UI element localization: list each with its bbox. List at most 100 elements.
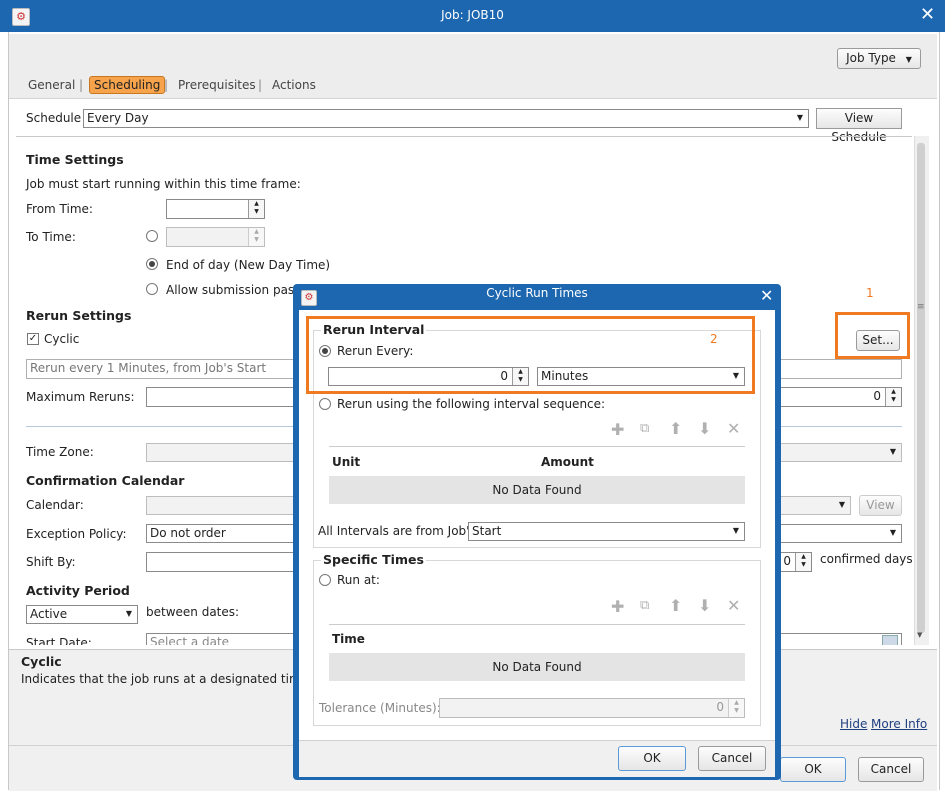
annotation-box-2 xyxy=(306,316,755,394)
scrollbar-thumb[interactable] xyxy=(917,143,925,633)
tab-prerequisites[interactable]: Prerequisites xyxy=(178,78,256,92)
intervals-from-select[interactable]: Start ▼ xyxy=(468,522,745,541)
copy-icon[interactable]: ⧉ xyxy=(640,421,649,436)
spinner-icon: ▲ ▼ xyxy=(248,228,264,246)
help-title: Cyclic xyxy=(21,654,62,669)
activity-select[interactable]: Active ▼ xyxy=(26,605,138,624)
ok-button[interactable]: OK xyxy=(780,757,846,782)
move-up-icon[interactable]: ⬆ xyxy=(669,419,682,438)
run-at-radio[interactable] xyxy=(319,574,331,586)
view-calendar-button[interactable]: View xyxy=(859,495,902,516)
schedule-select[interactable]: Every Day ▼ xyxy=(83,109,809,128)
tolerance-label: Tolerance (Minutes): xyxy=(319,701,441,715)
spinner-icon[interactable]: ▲ ▼ xyxy=(885,388,901,406)
chevron-down-icon: ▼ xyxy=(889,447,896,456)
spinner-icon[interactable]: ▲ ▼ xyxy=(795,553,811,571)
more-info-link[interactable]: More Info xyxy=(871,717,927,731)
move-down-icon[interactable]: ⬇ xyxy=(698,596,711,615)
add-icon[interactable]: ✚ xyxy=(611,420,624,439)
divider xyxy=(16,136,912,137)
chevron-down-icon: ▼ xyxy=(796,113,803,122)
shift-by-value: 0 xyxy=(783,554,791,568)
dialog-ok-button[interactable]: OK xyxy=(618,746,686,771)
window-titlebar: ⚙ Job: JOB10 ✕ xyxy=(0,0,945,32)
unit-column-header: Unit xyxy=(332,455,361,469)
tolerance-input: 0 ▲ ▼ xyxy=(439,698,745,718)
between-dates-label: between dates: xyxy=(146,605,240,619)
time-table-header: Time xyxy=(329,624,745,653)
gear-app-icon: ⚙ xyxy=(301,290,317,306)
time-table-empty: No Data Found xyxy=(329,653,745,681)
exception-policy-value: Do not order xyxy=(150,526,226,540)
interval-sequence-radio[interactable] xyxy=(319,398,331,410)
chevron-down-icon: ▼ xyxy=(838,500,845,509)
copy-icon[interactable]: ⧉ xyxy=(640,598,649,613)
annotation-number-1: 1 xyxy=(866,286,874,300)
cyclic-label: Cyclic xyxy=(44,332,80,346)
tab-general[interactable]: General xyxy=(28,78,75,92)
add-icon[interactable]: ✚ xyxy=(611,597,624,616)
tab-separator: | xyxy=(258,78,263,92)
rerun-summary-text: Rerun every 1 Minutes, from Job's Start xyxy=(30,361,267,375)
move-up-icon[interactable]: ⬆ xyxy=(669,596,682,615)
amount-column-header: Amount xyxy=(541,455,594,469)
shift-by-label: Shift By: xyxy=(26,555,76,569)
max-reruns-value: 0 xyxy=(873,389,881,403)
from-time-label: From Time: xyxy=(26,202,93,216)
dialog-close-icon[interactable]: ✕ xyxy=(760,287,773,305)
calendar-label: Calendar: xyxy=(26,498,84,512)
tab-actions[interactable]: Actions xyxy=(272,78,316,92)
cancel-button[interactable]: Cancel xyxy=(858,757,924,782)
from-time-input[interactable]: ▲ ▼ xyxy=(166,199,265,219)
annotation-number-2: 2 xyxy=(710,332,718,346)
chevron-down-icon: ▼ xyxy=(905,55,912,64)
allow-submission-label: Allow submission past n xyxy=(166,283,311,297)
confirmation-calendar-heading: Confirmation Calendar xyxy=(26,473,185,488)
tab-scheduling[interactable]: Scheduling xyxy=(89,76,166,94)
intervals-from-value: Start xyxy=(472,524,502,538)
chevron-down-icon: ▼ xyxy=(889,528,896,537)
chevron-down-icon: ▼ xyxy=(125,609,132,618)
chevron-down-icon: ▼ xyxy=(732,526,739,535)
tolerance-value: 0 xyxy=(716,700,724,714)
move-down-icon[interactable]: ⬇ xyxy=(698,419,711,438)
to-time-label: To Time: xyxy=(26,230,76,244)
cyclic-checkbox[interactable]: ✓ xyxy=(27,333,39,345)
interval-sequence-label: Rerun using the following interval seque… xyxy=(337,397,606,411)
start-date-label: Start Date: xyxy=(26,636,92,645)
allow-submission-radio[interactable] xyxy=(146,283,158,295)
start-date-placeholder: Select a date xyxy=(150,635,230,645)
end-of-day-radio[interactable] xyxy=(146,258,158,270)
to-time-radio[interactable] xyxy=(146,230,158,242)
rerun-settings-heading: Rerun Settings xyxy=(26,308,132,323)
spinner-icon[interactable]: ▲ ▼ xyxy=(248,200,264,218)
dialog-title: Cyclic Run Times xyxy=(486,286,588,300)
time-column-header: Time xyxy=(332,632,365,646)
scrollbar-grip-icon: ≡ xyxy=(917,302,925,312)
schedule-value: Every Day xyxy=(87,111,149,125)
intervals-from-label: All Intervals are from Job's xyxy=(318,524,476,538)
close-icon[interactable]: ✕ xyxy=(920,6,935,24)
to-time-input: ▲ ▼ xyxy=(166,227,265,247)
interval-table-empty: No Data Found xyxy=(329,476,745,504)
activity-period-heading: Activity Period xyxy=(26,583,130,598)
scroll-down-icon[interactable]: ▼ xyxy=(917,631,922,639)
interval-table-header: Unit Amount xyxy=(329,446,745,477)
run-at-label: Run at: xyxy=(337,573,380,587)
time-frame-note: Job must start running within this time … xyxy=(26,177,301,191)
annotation-box-1 xyxy=(835,312,910,359)
specific-times-heading: Specific Times xyxy=(321,552,426,567)
delete-icon[interactable]: ✕ xyxy=(727,596,740,615)
delete-icon[interactable]: ✕ xyxy=(727,419,740,438)
schedule-label: Schedule xyxy=(26,111,82,125)
job-type-button[interactable]: Job Type ▼ xyxy=(837,48,921,69)
job-type-label: Job Type xyxy=(846,51,896,65)
view-schedule-button[interactable]: View Schedule xyxy=(816,108,902,144)
spinner-icon: ▲ ▼ xyxy=(728,699,744,717)
max-reruns-label: Maximum Reruns: xyxy=(26,390,135,404)
time-zone-label: Time Zone: xyxy=(26,445,94,459)
dialog-cancel-button[interactable]: Cancel xyxy=(698,746,766,771)
calendar-icon[interactable] xyxy=(882,635,898,645)
hide-link[interactable]: Hide xyxy=(840,717,867,731)
time-settings-heading: Time Settings xyxy=(26,152,124,167)
